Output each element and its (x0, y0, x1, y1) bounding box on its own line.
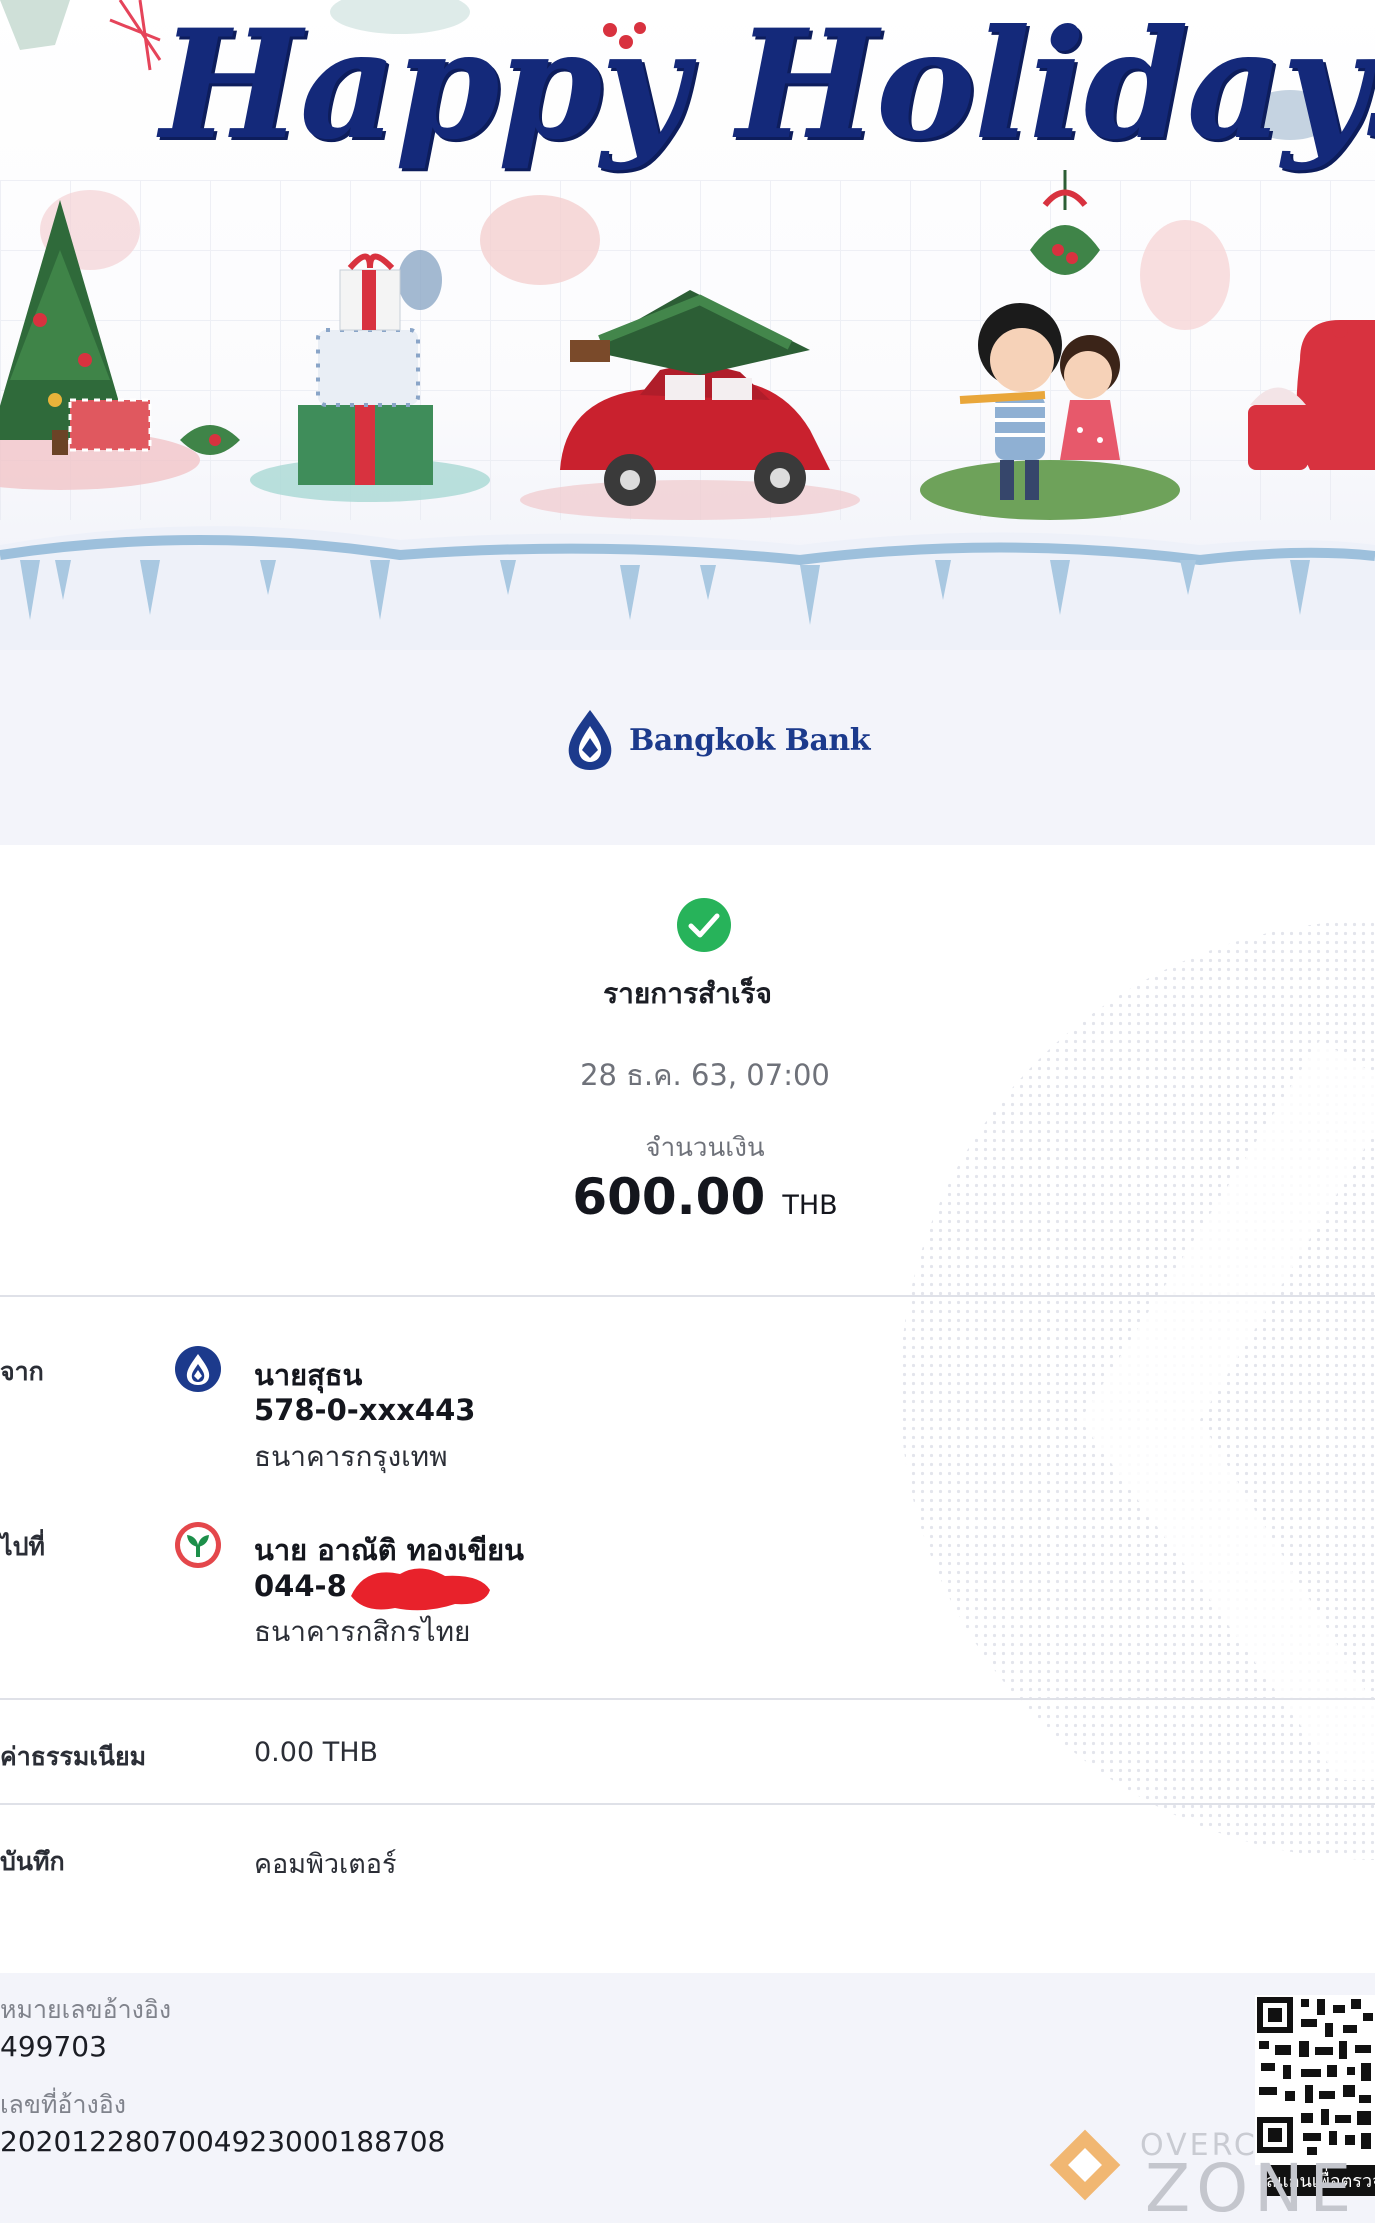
reference-number-value: 499703 (0, 2030, 107, 2063)
memo-label: บันทึก (0, 1847, 65, 1876)
watermark-zone-text: ZONE (1145, 2150, 1358, 2227)
fee-value: 0.00 THB (254, 1737, 379, 1768)
fee-label: ค่าธรรมเนียม (0, 1742, 147, 1771)
to-label: ไปที่ (0, 1532, 45, 1561)
amount-row: 600.00 THB (0, 1168, 1375, 1226)
from-account: 578-0-xxx443 (254, 1393, 476, 1427)
reference-number-label: หมายเลขอ้างอิง (0, 1995, 172, 2024)
overclock-zone-logo-icon (1049, 2129, 1121, 2201)
amount-value: 600.00 (572, 1168, 766, 1226)
from-label: จาก (0, 1357, 44, 1386)
bangkok-bank-logo-icon (568, 710, 612, 770)
amount-label: จำนวนเงิน (645, 1133, 765, 1163)
to-bank-name: ธนาคารกสิกรไทย (254, 1615, 471, 1648)
transaction-ref-label: เลขที่อ้างอิง (0, 2090, 126, 2119)
divider (0, 1698, 1375, 1700)
holiday-banner: Happy Holidays (0, 0, 1375, 650)
check-circle-icon (677, 898, 731, 952)
to-account: 044-8 (254, 1569, 347, 1603)
holiday-greeting-title: Happy Holidays (160, 0, 1375, 173)
bank-logo: Bangkok Bank (565, 705, 871, 775)
transaction-datetime: 28 ธ.ค. 63, 07:00 (580, 1058, 830, 1092)
amount-currency: THB (782, 1190, 838, 1221)
divider (0, 1295, 1375, 1297)
redaction-scribble (351, 1568, 490, 1611)
memo-value: คอมพิวเตอร์ (254, 1849, 397, 1880)
qr-code-icon (1255, 1995, 1375, 2165)
transaction-status-title: รายการสำเร็จ (603, 977, 772, 1010)
from-bank-name: ธนาคารกรุงเทพ (254, 1440, 448, 1473)
kasikorn-bank-icon (175, 1522, 221, 1568)
divider (0, 1803, 1375, 1805)
bank-name: Bangkok Bank (629, 722, 871, 758)
from-name: นายสุธน (254, 1358, 363, 1392)
transaction-ref-value: 202012280700492300018870​8 (0, 2125, 446, 2158)
bangkok-bank-icon (175, 1346, 221, 1392)
